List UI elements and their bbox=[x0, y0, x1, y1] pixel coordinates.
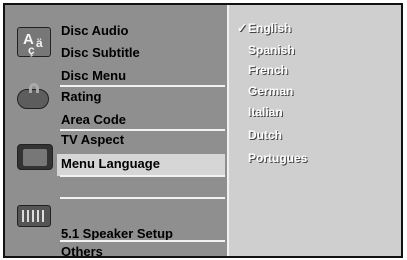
speaker-icon bbox=[17, 205, 51, 227]
menu-item-disc-menu[interactable]: Disc Menu bbox=[61, 66, 126, 86]
menu-item-menu-language[interactable]: Menu Language bbox=[61, 154, 160, 174]
menu-item-tv-aspect[interactable]: TV Aspect bbox=[61, 130, 124, 150]
menu-item-others[interactable]: Others bbox=[61, 242, 103, 256]
language-option-english[interactable]: English bbox=[248, 19, 291, 37]
menu-item-disc-audio[interactable]: Disc Audio bbox=[61, 21, 128, 41]
language-option-spanish[interactable]: Spanish bbox=[248, 41, 295, 59]
menu-divider bbox=[60, 175, 225, 177]
lock-icon bbox=[17, 83, 49, 109]
menu-item-disc-subtitle[interactable]: Disc Subtitle bbox=[61, 43, 140, 63]
tv-icon bbox=[17, 144, 53, 170]
selected-checkmark: ✓ bbox=[237, 21, 248, 35]
menu-item-area-code[interactable]: Area Code bbox=[61, 110, 126, 130]
language-option-italian[interactable]: Italian bbox=[248, 103, 283, 121]
language-option-portugues[interactable]: Portugues bbox=[248, 149, 307, 167]
setup-menu-left-panel: A ä ç Disc Audio Disc Subtitle Disc Menu… bbox=[5, 5, 227, 256]
setup-menu-window: A ä ç Disc Audio Disc Subtitle Disc Menu… bbox=[3, 3, 403, 258]
language-option-french[interactable]: French bbox=[248, 61, 288, 79]
menu-item-rating[interactable]: Rating bbox=[61, 87, 101, 107]
audio-subtitle-icon: A ä ç bbox=[17, 27, 51, 57]
language-option-dutch[interactable]: Dutch bbox=[248, 126, 282, 144]
menu-divider bbox=[60, 197, 225, 199]
language-option-german[interactable]: German bbox=[248, 82, 293, 100]
